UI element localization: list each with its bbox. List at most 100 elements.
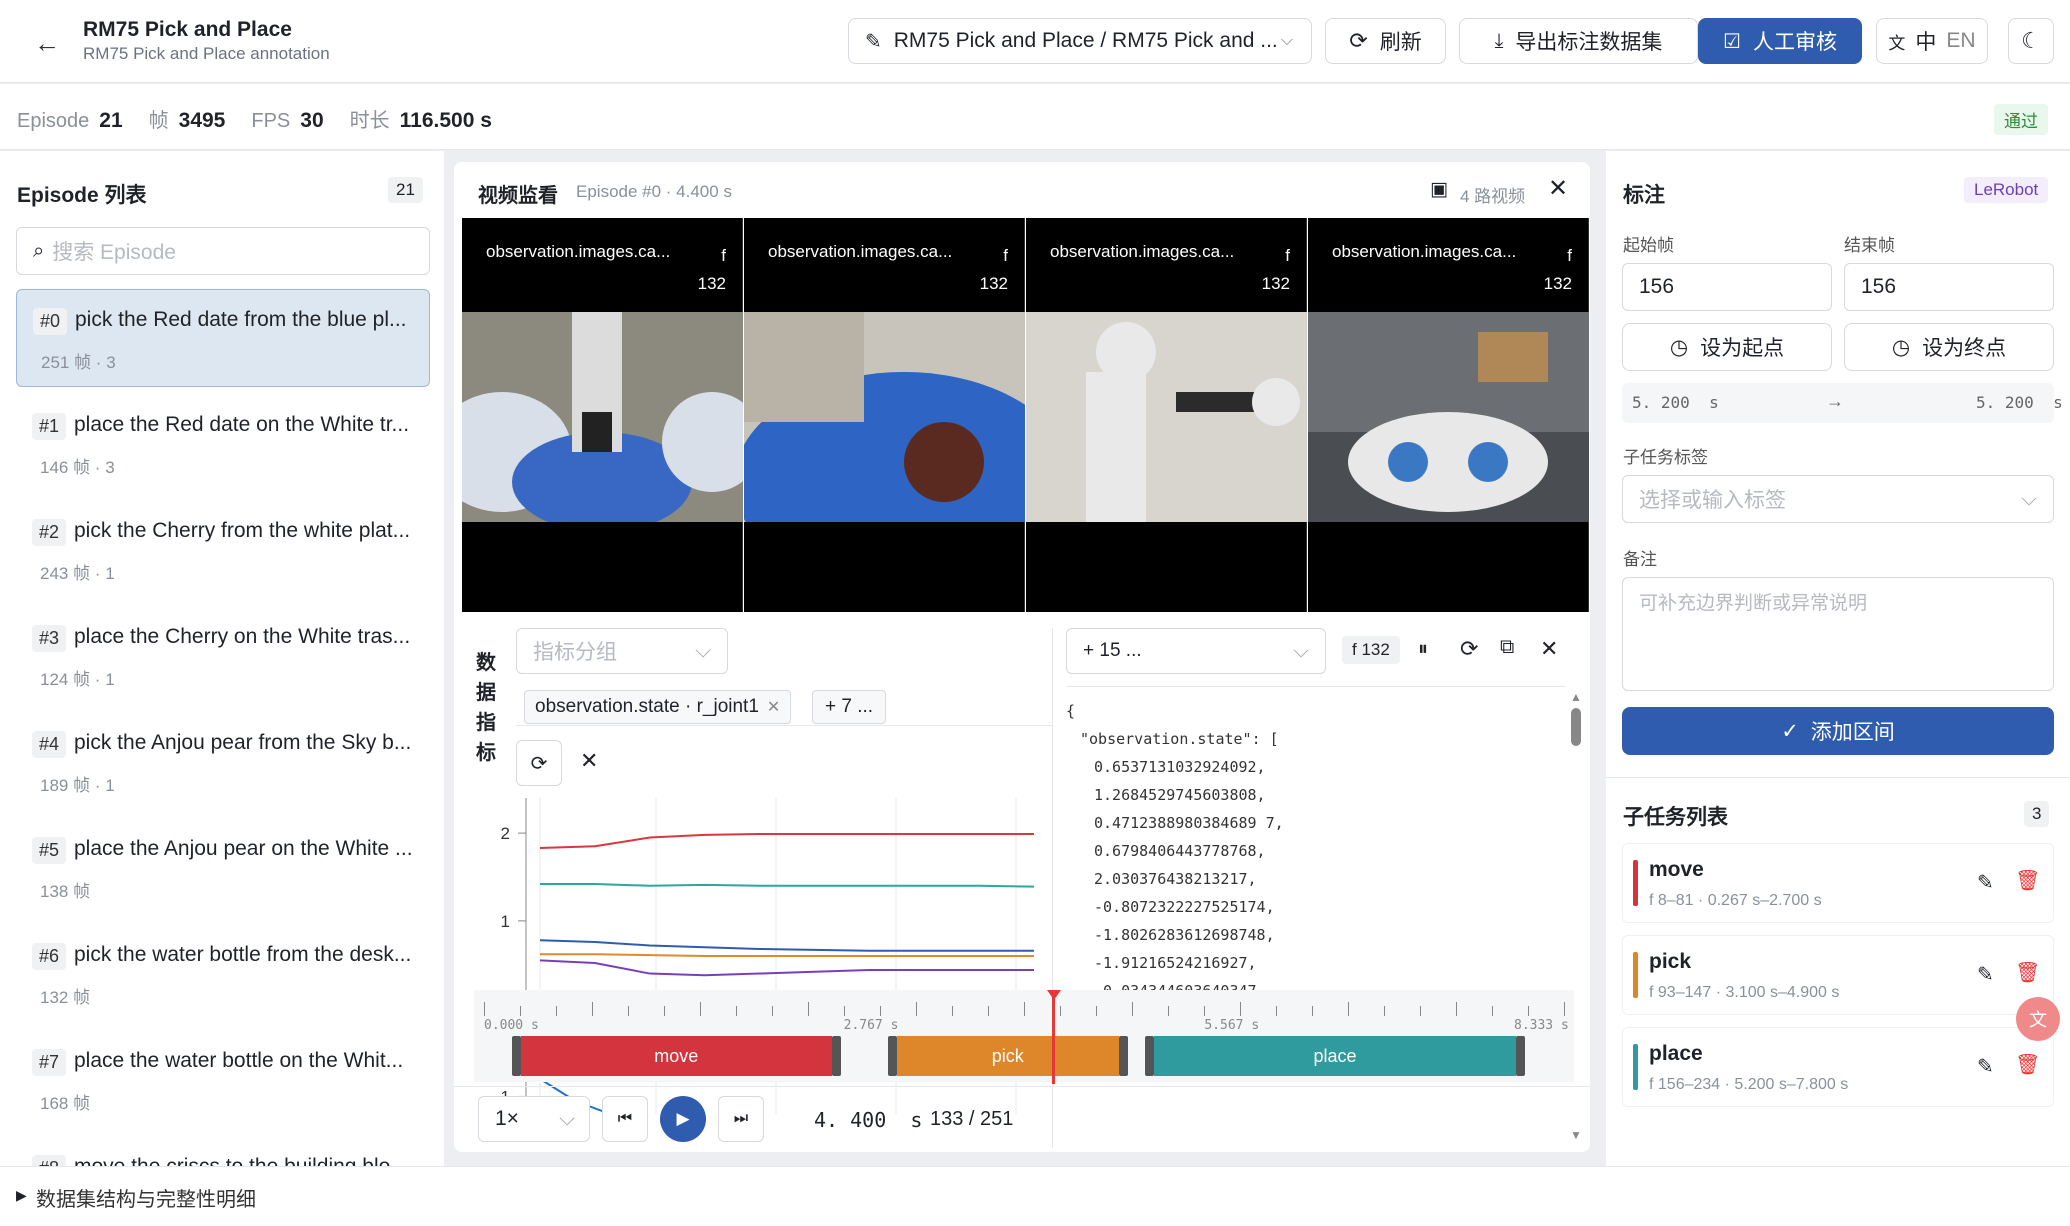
lang-en[interactable]: EN <box>1946 29 1975 53</box>
set-start-button[interactable]: ◷ 设为起点 <box>1622 323 1832 371</box>
search-placeholder: 搜索 Episode <box>52 241 176 264</box>
clear-metrics-icon[interactable]: ✕ <box>580 748 598 774</box>
set-end-button[interactable]: ◷ 设为终点 <box>1844 323 2054 371</box>
edit-icon[interactable]: ✎ <box>1977 962 1994 987</box>
set-end-label: 设为终点 <box>1922 337 2007 360</box>
episode-item[interactable]: #0 pick the Red date from the blue pl... 2… <box>16 289 430 387</box>
timeline-segment[interactable]: move <box>520 1036 832 1076</box>
timeline-segment[interactable]: place <box>1153 1036 1517 1076</box>
camera-image <box>1026 312 1307 522</box>
segment-end-handle[interactable] <box>1119 1036 1129 1076</box>
timeline-tick <box>1420 1006 1421 1016</box>
language-toggle[interactable]: 文 中 EN <box>1876 18 1988 64</box>
subtask-name: place <box>1649 1042 1703 1065</box>
back-arrow-icon[interactable]: ← <box>34 28 60 59</box>
theme-toggle-button[interactable]: ☾ <box>2008 18 2054 64</box>
camera-label: observation.images.ca... <box>1050 242 1235 261</box>
series-line <box>540 953 1034 957</box>
dataset-select[interactable]: ✎ RM75 Pick and Place / RM75 Pick and ..… <box>848 18 1312 64</box>
translate-fab[interactable]: 文 <box>2016 997 2060 1041</box>
play-button[interactable]: ▶ <box>660 1096 706 1142</box>
subtask-color-bar <box>1633 952 1638 998</box>
segment-start-handle[interactable] <box>1144 1036 1154 1076</box>
metric-more-tag[interactable]: + 7 ... <box>812 690 887 724</box>
footer[interactable]: ▶ 数据集结构与完整性明细 <box>0 1166 2070 1226</box>
stats-row: Episode 21 帧 3495 FPS 30 时长 116.500 s <box>17 104 492 133</box>
tag-label: 子任务标签 <box>1623 448 1708 467</box>
metrics-char: 据 <box>476 682 496 704</box>
start-frame-value: 156 <box>1639 275 1675 298</box>
subtask-card[interactable]: place f 156–234 · 5.200 s–7.800 s ✎ 🗑 <box>1622 1027 2054 1107</box>
episode-item[interactable]: #1 place the Red date on the White tr... 1… <box>16 395 430 493</box>
lang-zh[interactable]: 中 <box>1915 26 1936 56</box>
metric-tag[interactable]: observation.state · r_joint1 ✕ <box>524 690 792 724</box>
close-icon[interactable]: ✕ <box>1548 174 1568 203</box>
episode-item[interactable]: #8 move the criscs to the building blo... <box>16 1137 430 1166</box>
playhead[interactable] <box>1052 994 1056 1084</box>
timeline-segment[interactable]: pick <box>896 1036 1120 1076</box>
trash-icon[interactable]: 🗑 <box>2015 1052 2040 1077</box>
metric-group-placeholder: 指标分组 <box>533 641 617 664</box>
series-line <box>539 959 1034 977</box>
top-bar: ← RM75 Pick and Place RM75 Pick and Plac… <box>0 0 2070 83</box>
timeline-tick <box>1276 1006 1277 1016</box>
episode-search-input[interactable]: ⌕ 搜索 Episode <box>16 227 430 275</box>
episode-item[interactable]: #6 pick the water bottle from the desk...… <box>16 925 430 1023</box>
start-frame-input[interactable]: 156 <box>1622 263 1832 311</box>
segment-end-handle[interactable] <box>831 1036 841 1076</box>
project-title: RM75 Pick and Place <box>83 18 292 41</box>
episode-item[interactable]: #7 place the water bottle on the Whit... 1… <box>16 1031 430 1129</box>
episode-label: Episode <box>17 110 90 132</box>
status-badge: 通过 <box>1994 104 2048 135</box>
subtask-tag-select[interactable]: 选择或输入标签 ⌵ <box>1622 475 2054 523</box>
episode-frames: 189 帧 · 1 <box>40 776 115 795</box>
subtask-card[interactable]: move f 8–81 · 0.267 s–2.700 s ✎ 🗑 <box>1622 843 2054 923</box>
note-textarea[interactable]: 可补充边界判断或异常说明 <box>1622 577 2054 691</box>
skip-forward-button[interactable]: ⏭ <box>718 1096 764 1142</box>
episode-frames: 132 帧 <box>40 988 91 1007</box>
scrollbar-thumb[interactable] <box>1571 708 1581 746</box>
camera-feed[interactable]: observation.images.ca... f 132 <box>1026 218 1307 612</box>
copy-icon[interactable]: ⧉ <box>1500 636 1514 659</box>
manual-review-button[interactable]: ☑ 人工审核 <box>1698 18 1862 64</box>
metric-group-select[interactable]: 指标分组 ⌵ <box>516 628 728 674</box>
series-line <box>539 939 1034 952</box>
refresh-icon[interactable]: ⟳ <box>1460 636 1478 662</box>
camera-frame-number: 132 <box>1261 274 1290 293</box>
chevron-down-icon: ⌵ <box>695 639 711 662</box>
episode-index: #7 <box>32 1049 67 1076</box>
refresh-label: 刷新 <box>1379 31 1422 54</box>
field-select[interactable]: + 15 ... ⌵ <box>1066 628 1326 674</box>
refresh-button[interactable]: ⟳ 刷新 <box>1325 18 1446 64</box>
trash-icon[interactable]: 🗑 <box>2015 868 2040 893</box>
skip-forward-icon: ⏭ <box>733 1110 749 1127</box>
episode-item[interactable]: #3 place the Cherry on the White tras... 1… <box>16 607 430 705</box>
camera-feed[interactable]: observation.images.ca... f 132 <box>462 218 743 612</box>
camera-feed[interactable]: observation.images.ca... f 132 <box>1308 218 1589 612</box>
segment-start-handle[interactable] <box>887 1036 897 1076</box>
episode-frames: 251 帧 · 3 <box>41 353 116 372</box>
subtask-card[interactable]: pick f 93–147 · 3.100 s–4.900 s ✎ 🗑 <box>1622 935 2054 1015</box>
episode-item[interactable]: #5 place the Anjou pear on the White ... 1… <box>16 819 430 917</box>
remove-tag-icon[interactable]: ✕ <box>767 697 780 717</box>
edit-icon[interactable]: ✎ <box>1977 870 1994 895</box>
pause-icon[interactable]: ⏸ <box>1418 638 1428 661</box>
playhead-marker-icon[interactable] <box>1047 990 1062 1000</box>
segment-start-handle[interactable] <box>511 1036 521 1076</box>
segment-end-handle[interactable] <box>1516 1036 1526 1076</box>
json-values: 0.6537131032924092, 1.2684529745603808, 0.… <box>1066 753 1566 1005</box>
episode-item[interactable]: #4 pick the Anjou pear from the Sky b... 1… <box>16 713 430 811</box>
episode-item[interactable]: #2 pick the Cherry from the white plat...… <box>16 501 430 599</box>
scroll-up-icon[interactable]: ▲ <box>1570 690 1582 704</box>
end-frame-input[interactable]: 156 <box>1844 263 2054 311</box>
episode-name: pick the Cherry from the white plat... <box>74 519 411 542</box>
close-icon[interactable]: ✕ <box>1540 636 1558 662</box>
trash-icon[interactable]: 🗑 <box>2015 960 2040 985</box>
add-interval-button[interactable]: ✓ 添加区间 <box>1622 707 2054 755</box>
camera-feed[interactable]: observation.images.ca... f 132 <box>744 218 1025 612</box>
reset-metrics-button[interactable]: ⟳ <box>516 740 562 786</box>
skip-back-button[interactable]: ⏮ <box>602 1096 648 1142</box>
speed-select[interactable]: 1× ⌵ <box>478 1096 590 1142</box>
export-button[interactable]: ⤓ 导出标注数据集 <box>1459 18 1698 64</box>
edit-icon[interactable]: ✎ <box>1977 1054 1994 1079</box>
